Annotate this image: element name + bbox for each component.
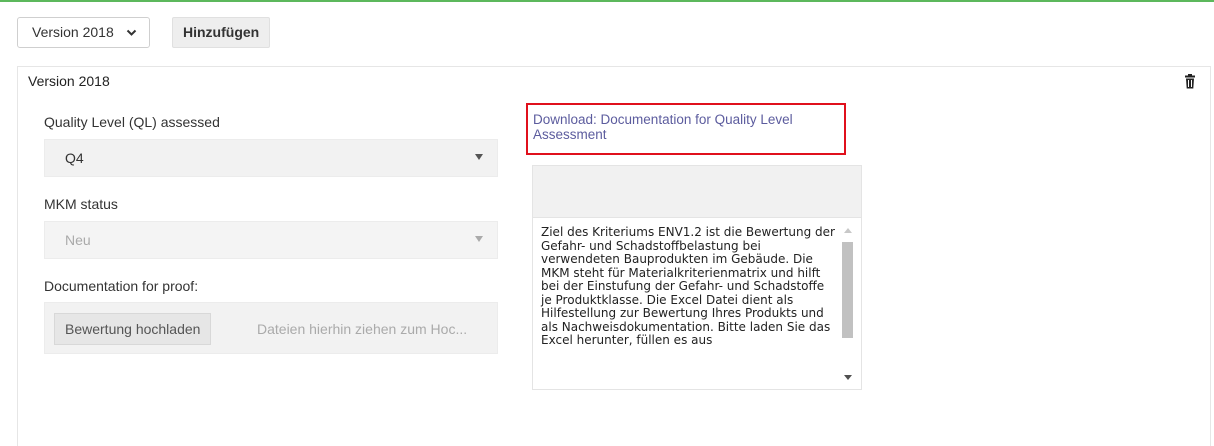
drop-hint: Dateien hierhin ziehen zum Hoc... — [257, 321, 468, 337]
version-toolbar: Version 2018 Hinzufügen — [17, 16, 271, 48]
scroll-down-arrow-icon[interactable] — [844, 375, 852, 380]
top-accent-rule — [0, 0, 1214, 2]
version-select[interactable]: Version 2018 — [17, 16, 150, 48]
scrollbar[interactable] — [840, 222, 855, 384]
caret-down-icon — [475, 236, 483, 242]
info-box-header — [532, 165, 862, 218]
documentation-label: Documentation for proof: — [44, 278, 199, 294]
quality-level-select[interactable]: Q4 — [44, 139, 498, 177]
panel-title: Version 2018 — [28, 73, 110, 89]
download-link-highlight: Download: Documentation for Quality Leve… — [526, 103, 846, 155]
version-select-value: Version 2018 — [32, 24, 114, 40]
mkm-status-select: Neu — [44, 221, 498, 259]
chevron-down-icon — [126, 29, 137, 36]
add-version-button[interactable]: Hinzufügen — [172, 16, 271, 48]
caret-down-icon — [475, 154, 483, 160]
upload-button[interactable]: Bewertung hochladen — [54, 313, 212, 345]
trash-icon[interactable] — [1184, 74, 1196, 89]
info-box[interactable]: Ziel des Kriteriums ENV1.2 ist die Bewer… — [532, 218, 862, 390]
mkm-status-value: Neu — [65, 232, 91, 248]
scroll-up-arrow-icon[interactable] — [844, 228, 852, 233]
download-documentation-link[interactable]: Download: Documentation for Quality Leve… — [533, 112, 793, 142]
file-drop-zone[interactable]: Bewertung hochladen Dateien hierhin zieh… — [44, 302, 498, 354]
mkm-status-label: MKM status — [44, 196, 118, 212]
quality-level-label: Quality Level (QL) assessed — [44, 114, 220, 130]
quality-level-value: Q4 — [65, 150, 84, 166]
info-text: Ziel des Kriteriums ENV1.2 ist die Bewer… — [541, 225, 835, 347]
scroll-thumb[interactable] — [842, 242, 853, 338]
